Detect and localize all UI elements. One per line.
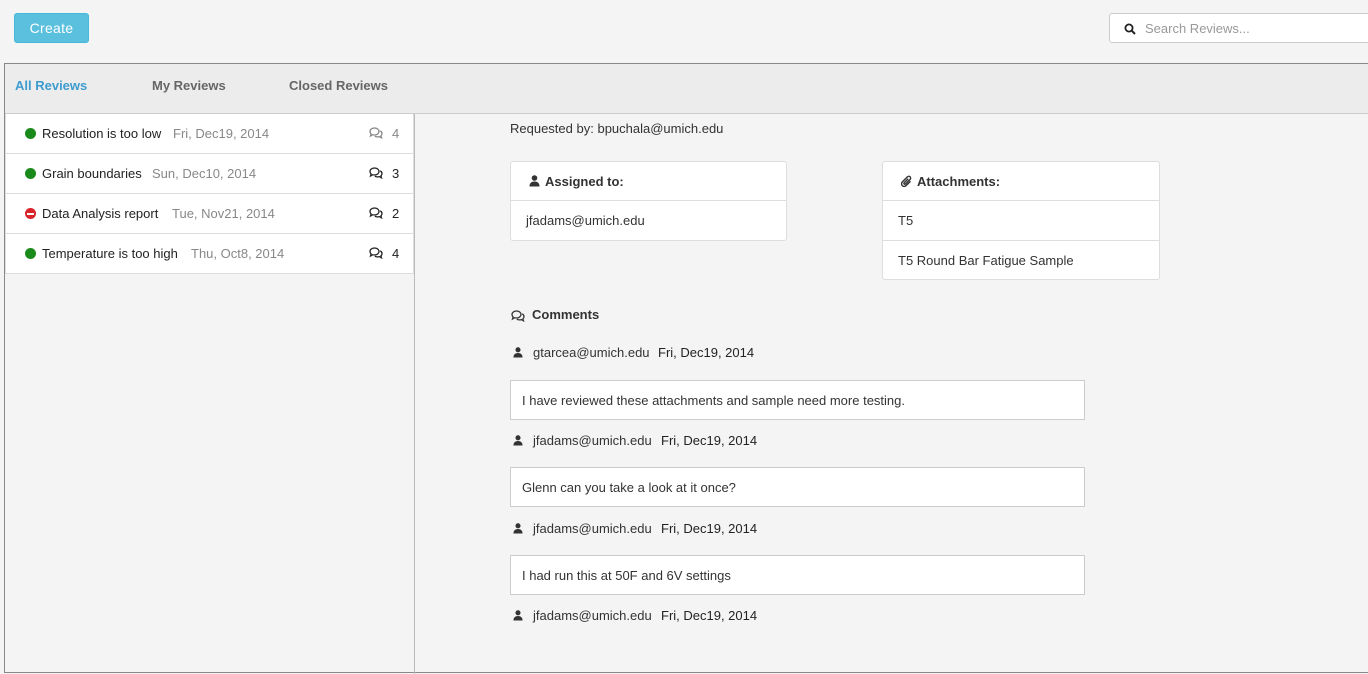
tab-closed-reviews[interactable]: Closed Reviews	[289, 78, 388, 93]
attachment-name: T5 Round Bar Fatigue Sample	[898, 253, 1074, 268]
attachments-header: Attachments:	[883, 162, 1159, 201]
review-title: Data Analysis report	[42, 206, 159, 221]
comment-count: 4	[392, 246, 400, 261]
attachment-item[interactable]: T5 Round Bar Fatigue Sample	[883, 241, 1159, 279]
status-blocked-icon	[25, 208, 36, 219]
comment-count: 2	[392, 206, 400, 221]
search-icon	[1124, 23, 1136, 35]
comment-date: Fri, Dec19, 2014	[658, 345, 755, 360]
assigned-row: jfadams@umich.edu	[511, 201, 786, 239]
comment-author: gtarcea@umich.edu	[533, 345, 650, 360]
comment-date: Fri, Dec19, 2014	[661, 433, 758, 448]
user-icon	[513, 523, 523, 534]
attachment-item[interactable]: T5	[883, 201, 1159, 241]
review-list: Resolution is too low Fri, Dec19, 2014 4…	[5, 114, 414, 274]
comment-body: Glenn can you take a look at it once?	[510, 467, 1085, 507]
comments-icon	[369, 167, 383, 179]
comment-text: Glenn can you take a look at it once?	[522, 480, 736, 495]
tab-all-reviews[interactable]: All Reviews	[15, 78, 87, 93]
review-tabs: All Reviews My Reviews Closed Reviews	[5, 64, 1368, 114]
requested-by-label: Requested by:	[510, 121, 594, 136]
review-date: Fri, Dec19, 2014	[173, 126, 270, 141]
comment-text: I had run this at 50F and 6V settings	[522, 568, 731, 583]
comment-count: 3	[392, 166, 400, 181]
comment-count: 4	[392, 126, 400, 141]
attachment-name: T5	[898, 213, 914, 228]
comment-date: Fri, Dec19, 2014	[661, 521, 758, 536]
user-icon	[513, 610, 523, 621]
comment-text: I have reviewed these attachments and sa…	[522, 393, 905, 408]
top-toolbar: Create	[0, 0, 1368, 63]
review-date: Tue, Nov21, 2014	[172, 206, 275, 221]
review-date: Sun, Dec10, 2014	[152, 166, 257, 181]
create-button[interactable]: Create	[14, 13, 89, 43]
review-item[interactable]: Grain boundaries Sun, Dec10, 2014 3	[6, 154, 413, 194]
status-open-icon	[25, 248, 36, 259]
review-title: Grain boundaries	[42, 166, 142, 181]
tab-my-reviews[interactable]: My Reviews	[152, 78, 226, 93]
comment-author: jfadams@umich.edu	[533, 433, 652, 448]
comment-author: jfadams@umich.edu	[533, 521, 652, 536]
status-open-icon	[25, 168, 36, 179]
attachments-box: Attachments: T5 T5 Round Bar Fatigue Sam…	[882, 161, 1160, 280]
user-icon	[529, 175, 540, 187]
comments-icon	[369, 247, 383, 259]
requested-by-email: bpuchala@umich.edu	[597, 121, 724, 136]
review-date: Thu, Oct8, 2014	[191, 246, 285, 261]
comment-author: jfadams@umich.edu	[533, 608, 652, 623]
user-icon	[513, 435, 523, 446]
comments-icon	[369, 127, 383, 139]
user-icon	[513, 347, 523, 358]
assigned-label: Assigned to:	[545, 174, 624, 189]
search-box[interactable]	[1109, 13, 1368, 43]
comments-icon	[369, 207, 383, 219]
review-item[interactable]: Data Analysis report Tue, Nov21, 2014 2	[6, 194, 413, 234]
attachments-label: Attachments:	[917, 174, 1001, 189]
comment-body: I have reviewed these attachments and sa…	[510, 380, 1085, 420]
review-item[interactable]: Temperature is too high Thu, Oct8, 2014 …	[6, 234, 413, 273]
assigned-header: Assigned to:	[511, 162, 786, 201]
requested-by: Requested by: bpuchala@umich.edu	[510, 121, 723, 136]
review-title: Temperature is too high	[42, 246, 178, 261]
assigned-box: Assigned to: jfadams@umich.edu	[510, 161, 787, 241]
comment-date: Fri, Dec19, 2014	[661, 608, 758, 623]
review-list-pane: Resolution is too low Fri, Dec19, 2014 4…	[5, 114, 415, 674]
status-open-icon	[25, 128, 36, 139]
assigned-email: jfadams@umich.edu	[526, 213, 645, 228]
search-input[interactable]	[1145, 19, 1365, 37]
review-item[interactable]: Resolution is too low Fri, Dec19, 2014 4	[6, 114, 413, 154]
paperclip-icon	[901, 175, 912, 188]
comments-icon	[511, 310, 525, 322]
review-title: Resolution is too low	[42, 126, 162, 141]
comment-body: I had run this at 50F and 6V settings	[510, 555, 1085, 595]
comments-label: Comments	[532, 307, 600, 322]
